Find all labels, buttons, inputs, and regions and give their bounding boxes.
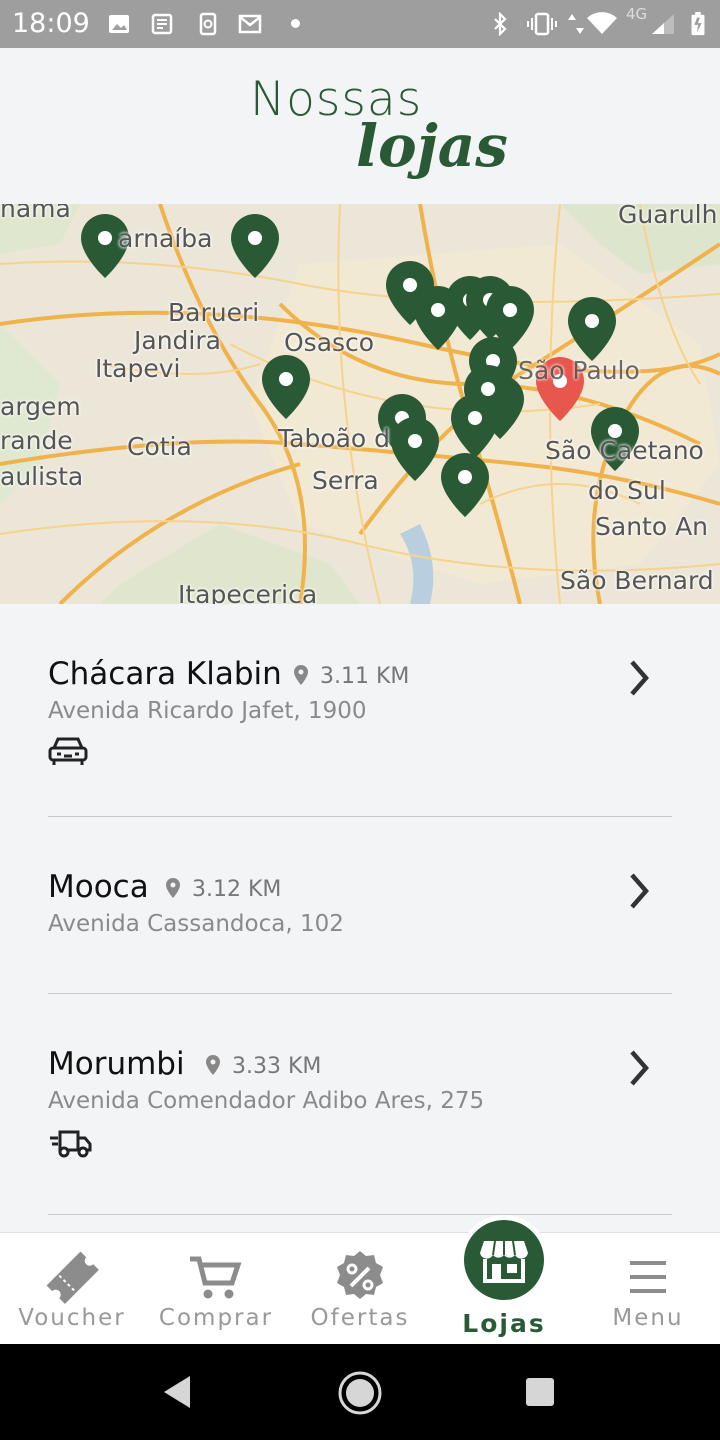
list-item-store[interactable]: Mooca 3.12 KM Avenida Cassandoca, 102	[48, 869, 672, 959]
ticket-icon	[46, 1251, 99, 1304]
store-address: Avenida Ricardo Jafet, 1900	[48, 698, 367, 724]
recents-icon[interactable]	[524, 1376, 556, 1408]
notification-dot	[291, 19, 300, 28]
store-address: Avenida Comendador Adibo Ares, 275	[48, 1088, 485, 1114]
chevron-right-icon[interactable]	[624, 656, 654, 700]
phone-sync-icon	[199, 12, 217, 36]
store-address: Avenida Cassandoca, 102	[48, 911, 344, 937]
store-distance: 3.12 KM	[166, 877, 281, 902]
stores-map[interactable]: nama arnaíba Guarulh Barueri Jandira Osa…	[0, 204, 720, 604]
nav-item-menu[interactable]: Menu	[576, 1233, 720, 1345]
nav-item-voucher[interactable]: Voucher	[0, 1233, 144, 1345]
page-header: Nossas lojas	[0, 48, 720, 204]
map-label: Santo An	[595, 512, 709, 541]
status-bar: 18:09 4G	[0, 0, 720, 48]
wifi-icon	[587, 12, 617, 35]
store-name: Morumbi	[48, 1046, 185, 1082]
cart-icon	[190, 1256, 242, 1299]
chevron-right-icon[interactable]	[624, 869, 654, 913]
percent-badge-icon	[337, 1251, 383, 1299]
map-label: argem	[0, 392, 81, 421]
map-label: Itapevi	[95, 354, 181, 383]
store-icon	[480, 1240, 528, 1283]
divider	[48, 816, 672, 817]
store-name: Mooca	[48, 869, 149, 905]
news-icon	[151, 13, 173, 35]
store-distance: 3.11 KM	[294, 664, 409, 689]
nav-item-lojas[interactable]: Lojas	[432, 1215, 576, 1345]
map-label: Osasco	[284, 328, 375, 357]
store-name: Chácara Klabin	[48, 656, 282, 692]
nav-label: Ofertas	[310, 1305, 410, 1331]
location-pin-icon	[166, 878, 180, 898]
map-label: do Sul	[588, 476, 666, 505]
map-label: aulista	[0, 462, 84, 491]
signal-icon	[652, 14, 674, 34]
location-pin-icon	[294, 665, 308, 685]
gmail-icon	[238, 14, 262, 34]
system-navigation-bar	[0, 1344, 720, 1440]
chevron-right-icon[interactable]	[624, 1046, 654, 1090]
map-label: Barueri	[168, 298, 260, 327]
network-type: 4G	[626, 5, 648, 23]
map-label: Jandira	[134, 326, 221, 355]
store-distance: 3.33 KM	[206, 1054, 321, 1079]
page-title-line2: lojas	[356, 112, 508, 180]
nav-label: Comprar	[158, 1305, 274, 1331]
nav-item-ofertas[interactable]: Ofertas	[288, 1233, 432, 1345]
map-label: São Caetano	[545, 436, 704, 465]
map-label: São Paulo	[518, 356, 640, 385]
delivery-truck-icon	[50, 1130, 92, 1158]
status-time: 18:09	[12, 8, 90, 39]
map-label: Guarulh	[618, 204, 718, 229]
nav-label: Voucher	[18, 1305, 126, 1331]
list-item-store[interactable]: Chácara Klabin 3.11 KM Avenida Ricardo J…	[48, 656, 672, 776]
map-label: Taboão d	[278, 424, 391, 453]
map-label: Cotia	[127, 432, 192, 461]
car-icon	[48, 737, 88, 765]
map-label: Serra	[312, 466, 379, 495]
image-icon	[109, 15, 129, 33]
map-label: São Bernard	[560, 566, 714, 595]
data-arrows-icon	[568, 14, 584, 34]
divider	[48, 993, 672, 994]
back-icon[interactable]	[160, 1374, 196, 1410]
vibrate-icon	[527, 12, 557, 36]
hamburger-icon	[630, 1261, 666, 1293]
map-label: arnaíba	[118, 224, 213, 253]
home-icon[interactable]	[337, 1370, 383, 1416]
battery-icon	[691, 12, 705, 36]
map-label: nama	[0, 204, 71, 223]
nav-label: Menu	[612, 1305, 684, 1331]
map-label: rande	[0, 426, 73, 455]
nav-item-comprar[interactable]: Comprar	[144, 1233, 288, 1345]
list-item-store[interactable]: Morumbi 3.33 KM Avenida Comendador Adibo…	[48, 1046, 672, 1176]
bluetooth-icon	[494, 12, 507, 36]
location-pin-icon	[206, 1055, 220, 1075]
map-label: Itapecerica	[178, 580, 318, 604]
divider	[48, 1214, 672, 1215]
map-canvas[interactable]	[0, 204, 720, 604]
nav-label: Lojas	[462, 1309, 546, 1338]
bottom-navigation: Voucher Comprar Ofertas Lojas Menu	[0, 1215, 720, 1345]
